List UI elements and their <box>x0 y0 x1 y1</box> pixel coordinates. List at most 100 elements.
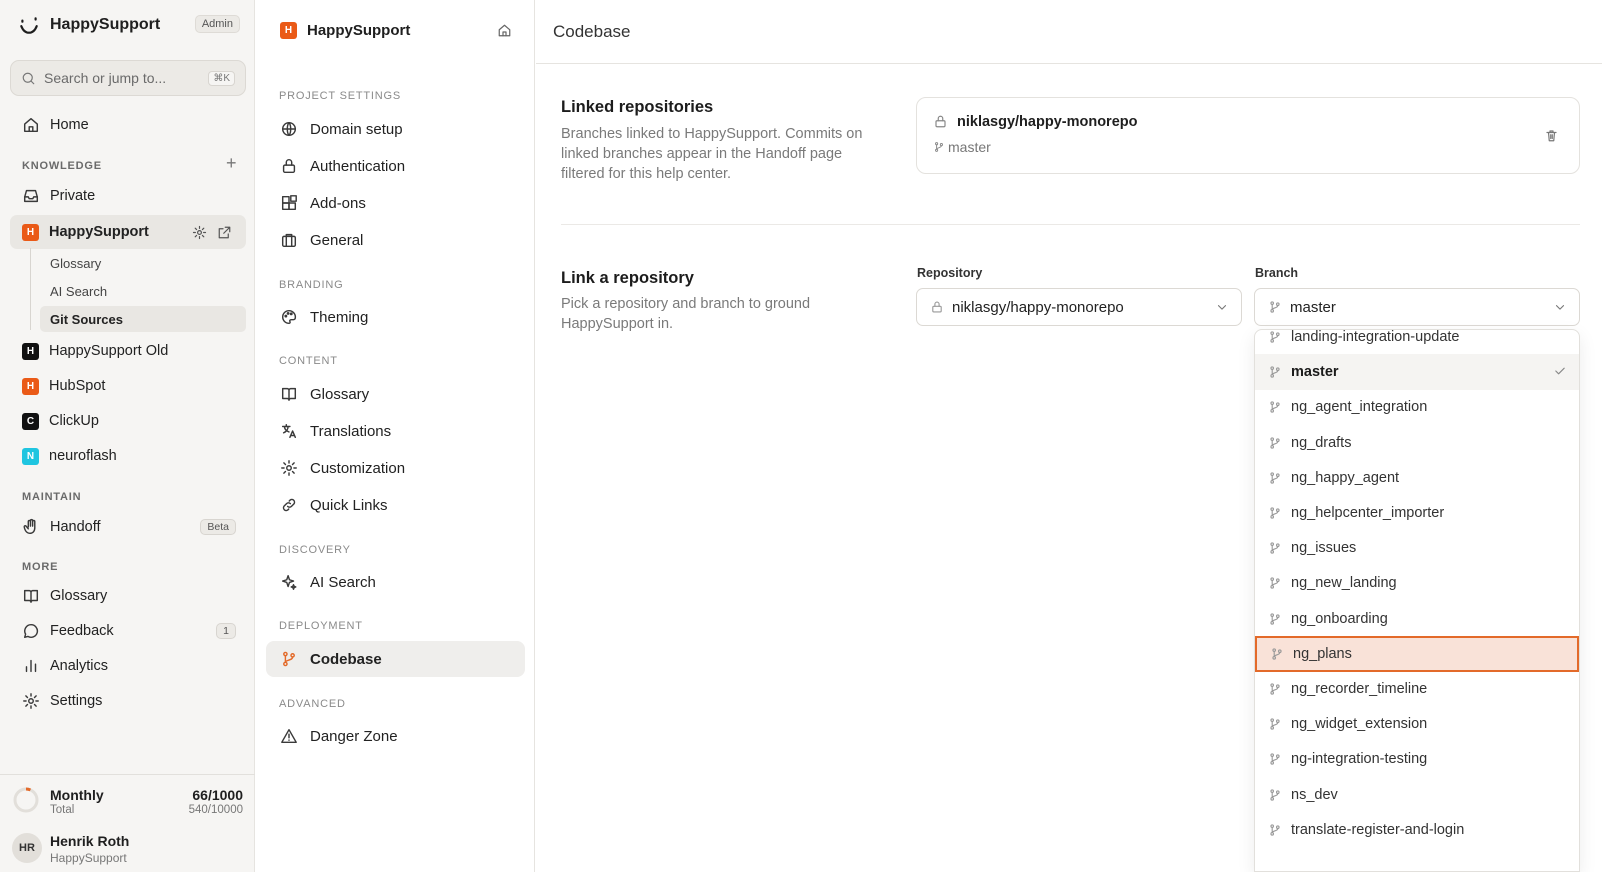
branch-option[interactable]: master <box>1255 354 1579 391</box>
git-branch-icon <box>1270 753 1280 766</box>
nav-add-ons[interactable]: Add-ons <box>266 185 525 221</box>
branch-option[interactable]: ng_plans <box>1255 635 1579 672</box>
nav-ai-search[interactable]: AI Search <box>266 564 525 600</box>
trash-icon[interactable] <box>1544 128 1559 143</box>
gear-icon <box>281 460 297 476</box>
branch-option[interactable]: landing-integration-update <box>1255 329 1579 355</box>
branch-option[interactable]: ng_drafts <box>1255 425 1579 461</box>
beta-badge: Beta <box>200 519 236 535</box>
sidebar-item-label: Settings <box>50 693 103 709</box>
section-branding: BRANDING <box>279 279 344 291</box>
user-profile[interactable]: HR Henrik Roth HappySupport <box>10 829 246 869</box>
sidebar-item-feedback[interactable]: Feedback 1 <box>10 614 246 648</box>
branch-option[interactable]: ng-integration-testing <box>1255 741 1579 777</box>
add-knowledge-button[interactable]: + <box>226 153 237 174</box>
sidebar-item-glossary[interactable]: Glossary <box>10 579 246 613</box>
nav-authentication[interactable]: Authentication <box>266 148 525 184</box>
sidebar-item-label: Home <box>50 117 89 133</box>
sidebar-item-happysupport[interactable]: H HappySupport <box>10 215 246 249</box>
hand-icon <box>23 518 36 535</box>
project-avatar: N <box>22 447 39 465</box>
globe-icon <box>281 121 297 137</box>
section-project-settings: PROJECT SETTINGS <box>279 90 401 102</box>
git-branch-icon <box>1270 436 1280 449</box>
project-avatar: H <box>280 22 297 39</box>
branch-label: Branch <box>1255 266 1299 280</box>
branch-option[interactable]: ng_new_landing <box>1255 565 1579 601</box>
subitem-glossary[interactable]: Glossary <box>40 250 246 276</box>
branch-option[interactable]: ng_widget_extension <box>1255 706 1579 742</box>
branch-option[interactable]: ns_dev <box>1255 777 1579 813</box>
section-content: CONTENT <box>279 355 338 367</box>
sidebar-item-label: Feedback <box>50 623 114 639</box>
sidebar-footer: Monthly Total 66/1000 540/10000 HR Henri… <box>0 774 255 872</box>
header-divider <box>536 63 1602 64</box>
branch-select[interactable]: master <box>1254 288 1580 326</box>
nav-codebase[interactable]: Codebase <box>266 641 525 677</box>
subitem-git-sources[interactable]: Git Sources <box>40 306 246 332</box>
branch-dropdown-list[interactable]: landing-integration-update master ng_agent… <box>1254 329 1580 872</box>
section-knowledge: KNOWLEDGE <box>22 160 102 172</box>
nav-translations[interactable]: Translations <box>266 413 525 449</box>
linked-branch-name: master <box>948 139 991 155</box>
branch-option-label: ng_issues <box>1291 540 1357 557</box>
chat-bubble-icon <box>23 623 39 639</box>
sidebar-item-private[interactable]: Private <box>10 179 246 213</box>
external-link-icon[interactable] <box>217 225 232 240</box>
branch-option[interactable]: translate-register-and-login <box>1255 812 1579 848</box>
nav-theming[interactable]: Theming <box>266 299 525 335</box>
chevron-down-icon <box>1217 305 1227 310</box>
nav-label: General <box>310 231 364 249</box>
usage-total: 540/10000 <box>188 804 243 816</box>
sidebar-item-handoff[interactable]: Handoff Beta <box>10 510 246 544</box>
branch-option-label: ng_helpcenter_importer <box>1291 505 1445 521</box>
git-branch-icon <box>1270 788 1280 801</box>
nav-label: Add-ons <box>310 194 366 212</box>
repository-select[interactable]: niklasgy/happy-monorepo <box>916 288 1242 326</box>
nav-label: AI Search <box>310 573 376 591</box>
lock-icon <box>932 301 942 313</box>
branch-option[interactable]: ng_agent_integration <box>1255 389 1579 425</box>
branch-option[interactable]: ng_helpcenter_importer <box>1255 495 1579 531</box>
sidebar-item-project[interactable]: C ClickUp <box>10 404 246 438</box>
sidebar-item-settings[interactable]: Settings <box>10 684 246 718</box>
sidebar-item-label: Analytics <box>50 658 109 674</box>
nav-danger-zone[interactable]: Danger Zone <box>266 718 525 754</box>
git-branch-icon <box>283 651 295 667</box>
subitem-ai-search[interactable]: AI Search <box>40 278 246 304</box>
sparkles-icon <box>281 574 297 590</box>
section-discovery: DISCOVERY <box>279 544 351 556</box>
gear-icon[interactable] <box>192 225 207 240</box>
project-avatar: H <box>22 377 39 395</box>
bar-chart-icon <box>25 659 37 673</box>
role-badge: Admin <box>194 15 240 33</box>
user-name: Henrik Roth <box>50 833 130 849</box>
home-icon[interactable] <box>497 23 512 38</box>
app-sidebar: HappySupport Admin Search or jump to... … <box>0 0 255 872</box>
branch-option-label: ng_agent_integration <box>1291 399 1428 416</box>
search-input[interactable]: Search or jump to... ⌘K <box>10 60 246 96</box>
nav-label: Codebase <box>310 650 382 668</box>
brand-name: HappySupport <box>50 16 161 33</box>
nav-customization[interactable]: Customization <box>266 450 525 486</box>
sidebar-item-project[interactable]: N neuroflash <box>10 439 246 473</box>
nav-domain-setup[interactable]: Domain setup <box>266 111 525 147</box>
section-divider <box>561 224 1580 225</box>
sidebar-item-label: HubSpot <box>49 378 106 394</box>
book-icon <box>281 387 297 402</box>
nav-general[interactable]: General <box>266 222 525 258</box>
branch-option[interactable]: ng_recorder_timeline <box>1255 671 1579 707</box>
branch-option-label: landing-integration-update <box>1291 329 1460 345</box>
sidebar-item-home[interactable]: Home <box>10 108 246 142</box>
sidebar-item-label: HappySupport Old <box>49 343 169 359</box>
branch-option-label: ng_drafts <box>1291 434 1352 451</box>
nav-glossary[interactable]: Glossary <box>266 376 525 412</box>
sidebar-item-project[interactable]: H HubSpot <box>10 369 246 403</box>
branch-option[interactable]: ng_issues <box>1255 530 1579 566</box>
branch-option[interactable]: ng_happy_agent <box>1255 460 1579 496</box>
sidebar-item-project[interactable]: H HappySupport Old <box>10 334 246 368</box>
branch-option[interactable]: ng_onboarding <box>1255 601 1579 637</box>
brand[interactable]: HappySupport <box>18 14 160 36</box>
nav-quick-links[interactable]: Quick Links <box>266 487 525 523</box>
sidebar-item-analytics[interactable]: Analytics <box>10 649 246 683</box>
